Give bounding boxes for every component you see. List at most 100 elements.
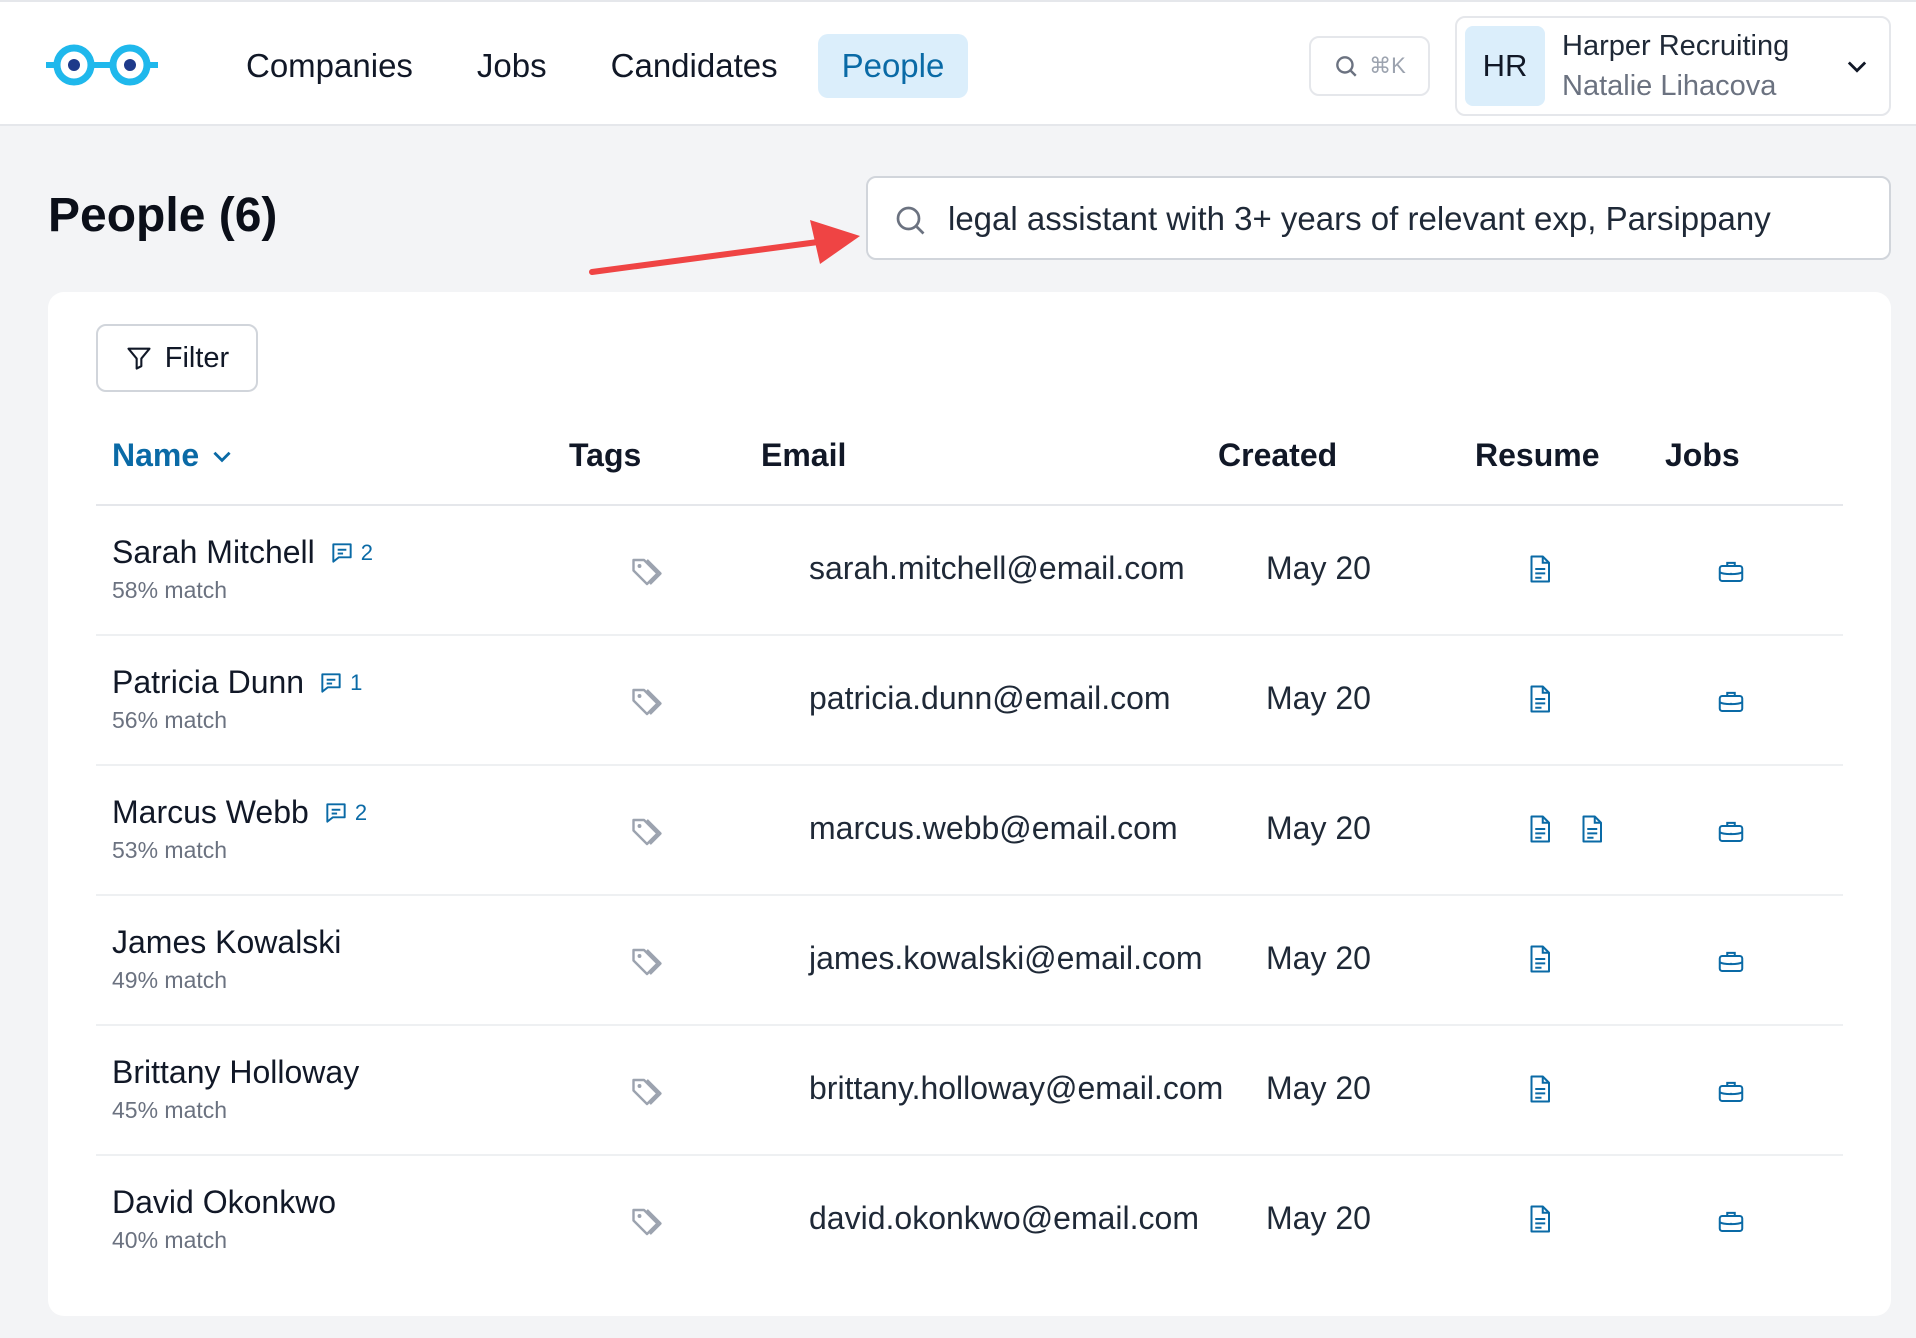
resume-document-icon[interactable] [1524,682,1554,716]
email-cell: david.okonkwo@email.com [809,1200,1199,1236]
created-date: May 20 [1266,1200,1371,1236]
match-score: 40% match [112,1227,228,1253]
comment-icon [321,672,341,693]
people-search-box[interactable] [866,176,1891,260]
person-name[interactable]: Brittany Holloway [112,1054,359,1091]
resume-cell [1524,812,1606,846]
person-name[interactable]: James Kowalski [112,924,341,961]
briefcase-icon[interactable] [1716,554,1746,588]
column-header-name[interactable]: Name [112,437,235,474]
comments-badge[interactable]: 2 [329,540,373,566]
annotation-arrow [589,220,860,275]
resume-document-icon[interactable] [1524,1202,1554,1236]
nav-candidates[interactable]: Candidates [587,34,802,98]
match-score: 58% match [112,577,228,603]
table-row[interactable]: Marcus Webb 2 53% match marcus.webb@emai… [96,766,1843,896]
resume-cell [1524,552,1554,586]
created-date: May 20 [1266,550,1371,586]
comment-count: 2 [360,539,373,565]
table-row[interactable]: James Kowalski 49% match james.kowalski@… [96,896,1843,1026]
page-title: People (6) [48,189,278,242]
comments-badge[interactable]: 1 [318,670,362,696]
table-row[interactable]: Sarah Mitchell 2 58% match sarah.mitchel… [96,506,1843,636]
account-switcher[interactable]: HR Harper Recruiting Natalie Lihacova [1455,16,1891,116]
table-row[interactable]: David Okonkwo 40% match david.okonkwo@em… [96,1156,1843,1286]
resume-cell [1524,1072,1554,1106]
person-name[interactable]: Sarah Mitchell [112,534,315,571]
person-name-cell: Brittany Holloway 45% match [112,1054,359,1124]
table-row[interactable]: Brittany Holloway 45% match brittany.hol… [96,1026,1843,1156]
logo-glasses-icon[interactable] [46,42,158,88]
person-name-cell: Sarah Mitchell 2 58% match [112,534,373,604]
briefcase-icon[interactable] [1716,1074,1746,1108]
column-name-label: Name [112,437,200,473]
comments-badge[interactable]: 2 [323,800,367,826]
email-cell: brittany.holloway@email.com [809,1070,1224,1106]
filter-icon [127,347,151,370]
user-name: Natalie Lihacova [1562,70,1777,102]
column-header-email: Email [761,437,847,473]
chevron-down-icon [213,451,231,462]
resume-document-icon[interactable] [1576,812,1606,846]
resume-document-icon[interactable] [1524,942,1554,976]
top-navigation-bar: Companies Jobs Candidates People ⌘K HR H… [0,0,1916,126]
org-avatar: HR [1465,26,1545,106]
filter-label: Filter [164,341,230,374]
email-cell: marcus.webb@email.com [809,810,1178,846]
resume-document-icon[interactable] [1524,1072,1554,1106]
person-name-cell: James Kowalski 49% match [112,924,341,994]
created-date: May 20 [1266,1070,1371,1106]
people-table-card: Filter Name Tags Email Created Resume Jo… [48,292,1891,1316]
email-cell: sarah.mitchell@email.com [809,550,1185,586]
briefcase-icon[interactable] [1716,1204,1746,1238]
person-name[interactable]: Patricia Dunn [112,664,304,701]
jobs-cell [1716,684,1746,723]
match-score: 49% match [112,967,228,993]
email-cell: james.kowalski@email.com [809,940,1203,976]
jobs-cell [1716,554,1746,593]
tag-icon[interactable] [629,684,665,720]
org-name: Harper Recruiting [1562,30,1790,62]
jobs-cell [1716,1074,1746,1113]
shortcut-hint: ⌘K [1369,53,1406,78]
filter-button[interactable]: Filter [96,324,258,392]
column-header-tags: Tags [569,437,642,473]
created-date: May 20 [1266,810,1371,846]
comment-count: 2 [354,799,368,825]
email-cell: patricia.dunn@email.com [809,680,1171,716]
tag-icon[interactable] [629,1074,665,1110]
briefcase-icon[interactable] [1716,814,1746,848]
column-header-created: Created [1218,437,1338,473]
created-date: May 20 [1266,680,1371,716]
command-search-button[interactable]: ⌘K [1309,36,1430,96]
briefcase-icon[interactable] [1716,684,1746,718]
tag-icon[interactable] [629,944,665,980]
main-nav: Companies Jobs Candidates People [222,34,984,98]
briefcase-icon[interactable] [1716,944,1746,978]
tag-icon[interactable] [629,554,665,590]
person-name[interactable]: Marcus Webb [112,794,309,831]
resume-document-icon[interactable] [1524,812,1554,846]
chevron-down-icon[interactable] [1843,52,1871,80]
column-header-jobs: Jobs [1665,437,1740,473]
person-name-cell: David Okonkwo 40% match [112,1184,336,1254]
search-icon [1336,56,1357,77]
created-date: May 20 [1266,940,1371,976]
table-row[interactable]: Patricia Dunn 1 56% match patricia.dunn@… [96,636,1843,766]
resume-cell [1524,942,1554,976]
person-name[interactable]: David Okonkwo [112,1184,336,1221]
people-search-input[interactable] [948,190,1868,248]
column-header-resume: Resume [1475,437,1600,473]
comment-icon [326,802,346,823]
tag-icon[interactable] [629,814,665,850]
nav-jobs[interactable]: Jobs [453,34,571,98]
resume-document-icon[interactable] [1524,552,1554,586]
search-icon [896,206,925,235]
match-score: 45% match [112,1097,228,1123]
match-score: 53% match [112,837,228,863]
resume-cell [1524,682,1554,716]
nav-people[interactable]: People [817,34,969,98]
nav-companies[interactable]: Companies [222,34,437,98]
resume-cell [1524,1202,1554,1236]
tag-icon[interactable] [629,1204,665,1240]
